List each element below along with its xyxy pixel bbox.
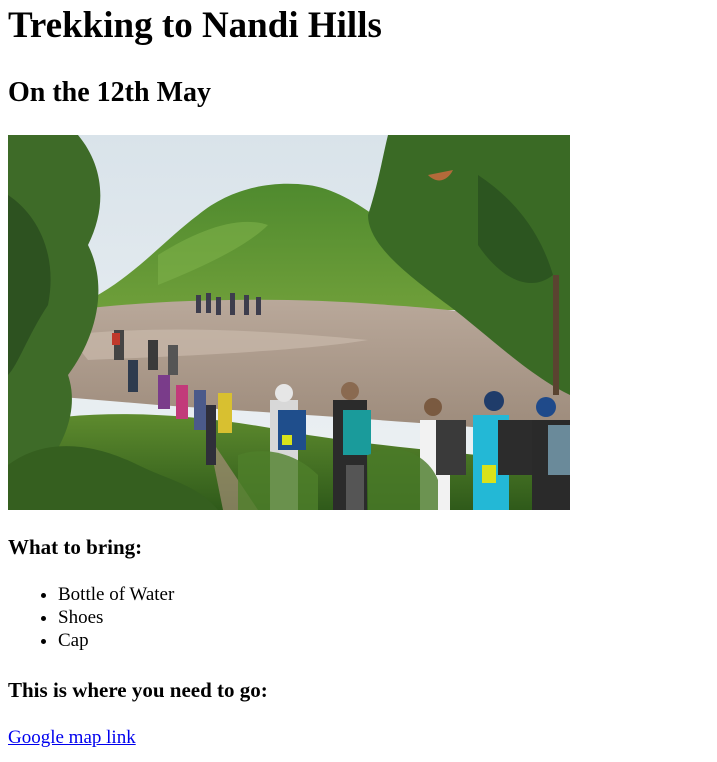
page-title: Trekking to Nandi Hills (8, 5, 382, 46)
google-map-link[interactable]: Google map link (8, 726, 136, 749)
list-item: Shoes (58, 606, 174, 629)
trekking-photo (8, 135, 570, 510)
trekking-photo-illustration (8, 135, 570, 510)
page-subtitle: On the 12th May (8, 77, 211, 108)
bring-list: Bottle of Water Shoes Cap (8, 583, 174, 652)
destination-heading: This is where you need to go: (8, 678, 268, 702)
list-item: Cap (58, 629, 174, 652)
what-to-bring-heading: What to bring: (8, 535, 143, 559)
list-item: Bottle of Water (58, 583, 174, 606)
